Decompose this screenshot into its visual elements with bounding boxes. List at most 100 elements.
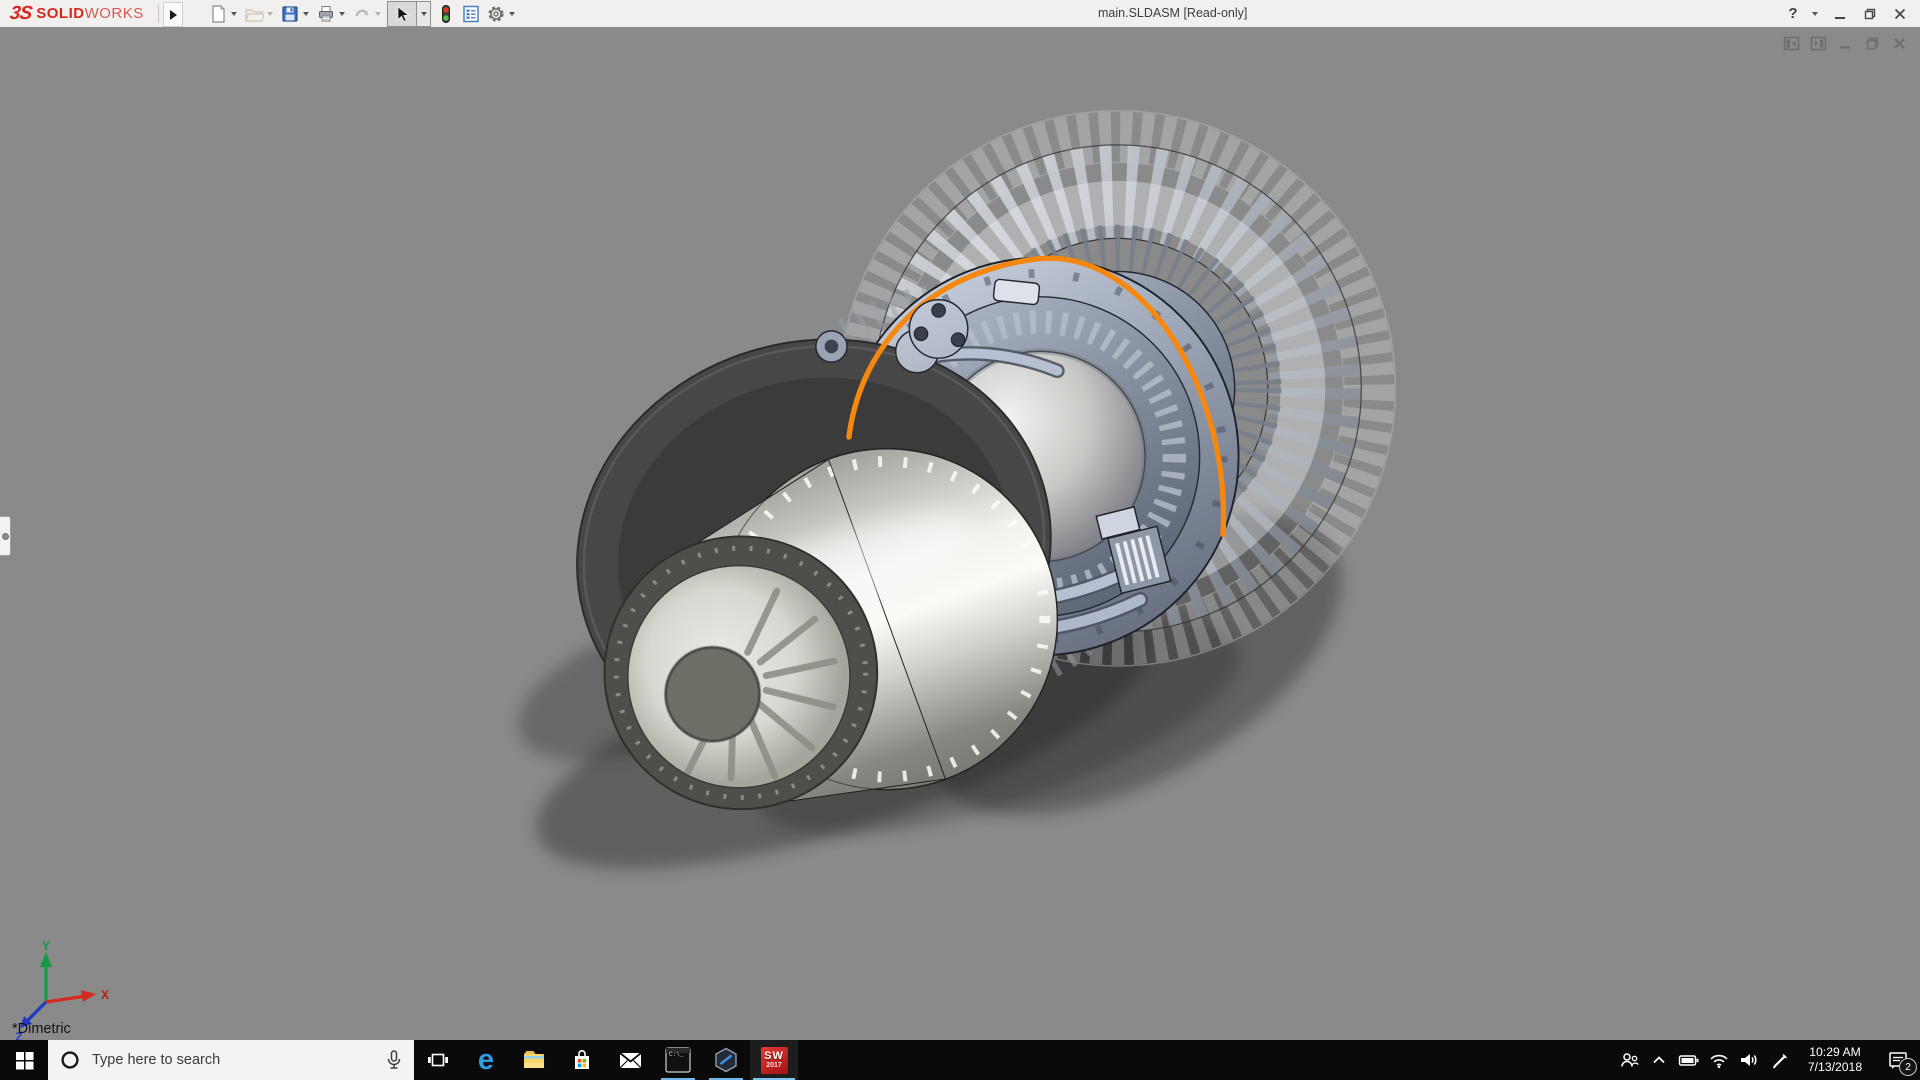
file-explorer-icon: [521, 1047, 547, 1073]
save-button[interactable]: [277, 2, 302, 26]
pen-icon: [1769, 1050, 1789, 1070]
doc-minimize-icon: [1838, 36, 1853, 51]
options-button[interactable]: [483, 2, 508, 26]
save-icon: [280, 4, 300, 24]
show-hidden-icons-button[interactable]: [1644, 1040, 1674, 1080]
select-cursor-icon: [393, 5, 411, 23]
select-tool-group: [387, 1, 431, 27]
pane-tab-dot-icon: [2, 533, 9, 540]
close-icon: [1893, 7, 1907, 21]
document-window-controls: [1782, 34, 1908, 52]
save-dropdown-caret[interactable]: [303, 12, 309, 16]
taskbar-app-file-explorer[interactable]: [510, 1040, 558, 1080]
open-icon: [244, 4, 264, 24]
close-button[interactable]: [1888, 3, 1912, 25]
network-status-button[interactable]: [1704, 1040, 1734, 1080]
taskbar-search-box[interactable]: [48, 1040, 414, 1080]
pane-right-toggle-button[interactable]: [1809, 34, 1827, 52]
taskbar-app-hexagon-3d[interactable]: [702, 1040, 750, 1080]
print-dropdown-caret[interactable]: [339, 12, 345, 16]
cortana-icon: [60, 1050, 80, 1070]
undo-icon: [352, 4, 372, 24]
system-tray: 10:29 AM 7/13/2018 2: [1614, 1040, 1920, 1080]
file-properties-button[interactable]: [458, 2, 483, 26]
pen-settings-button[interactable]: [1764, 1040, 1794, 1080]
pane-right-toggle-icon: [1810, 35, 1827, 52]
doc-restore-icon: [1865, 36, 1880, 51]
nozzle-mouth[interactable]: [604, 536, 877, 809]
select-tool-dropdown[interactable]: [417, 1, 431, 27]
collapsed-pane-tab[interactable]: [0, 516, 11, 556]
ds-logo-mark: 3S: [8, 3, 32, 25]
y-axis-arrow: [40, 952, 52, 967]
options-dropdown-caret[interactable]: [509, 12, 515, 16]
task-view-button[interactable]: [414, 1040, 462, 1080]
x-axis-label: X: [101, 988, 109, 1002]
microphone-icon[interactable]: [384, 1049, 404, 1071]
volume-button[interactable]: [1734, 1040, 1764, 1080]
new-document-icon: [208, 4, 228, 24]
taskbar-app-solidworks[interactable]: SW 2017: [750, 1040, 798, 1080]
minimize-button[interactable]: [1828, 3, 1852, 25]
pane-left-toggle-icon: [1783, 35, 1800, 52]
engine-assembly-model[interactable]: [0, 27, 1920, 1040]
battery-status-button[interactable]: [1674, 1040, 1704, 1080]
tray-clock[interactable]: 10:29 AM 7/13/2018: [1794, 1045, 1876, 1075]
chevron-up-icon: [1651, 1052, 1667, 1068]
solidworks-2017-icon: SW 2017: [761, 1047, 788, 1074]
doc-close-button[interactable]: [1890, 34, 1908, 52]
graphics-viewport[interactable]: Y X Z *Dimetric: [0, 27, 1920, 1040]
start-button[interactable]: [0, 1040, 48, 1080]
menu-flyout-button[interactable]: [163, 2, 183, 27]
desktop-screen: 3S SOLID WORKS: [0, 0, 1920, 1080]
window-title: main.SLDASM [Read-only]: [1098, 0, 1247, 27]
windows-taskbar: e: [0, 1040, 1920, 1080]
print-icon: [316, 4, 336, 24]
minimize-icon: [1833, 7, 1847, 21]
solidworks-logo: 3S SOLID WORKS: [10, 0, 144, 27]
select-caret-icon: [421, 12, 427, 16]
doc-close-icon: [1892, 36, 1907, 51]
tray-time: 10:29 AM: [1796, 1045, 1874, 1060]
undo-button[interactable]: [349, 2, 374, 26]
volume-icon: [1739, 1051, 1759, 1069]
action-center-button[interactable]: 2: [1876, 1040, 1920, 1080]
task-view-icon: [427, 1049, 449, 1071]
open-button[interactable]: [241, 2, 266, 26]
microsoft-store-icon: [570, 1048, 594, 1072]
open-dropdown-caret[interactable]: [267, 12, 273, 16]
taskbar-app-command-prompt[interactable]: C:\_: [654, 1040, 702, 1080]
battery-icon: [1678, 1052, 1700, 1068]
toolbar-separator: [158, 4, 159, 23]
pane-left-toggle-button[interactable]: [1782, 34, 1800, 52]
help-button[interactable]: ?: [1781, 3, 1805, 25]
taskbar-app-store[interactable]: [558, 1040, 606, 1080]
help-dropdown-caret[interactable]: [1812, 12, 1818, 16]
doc-minimize-button[interactable]: [1836, 34, 1854, 52]
command-prompt-icon: C:\_: [665, 1047, 691, 1073]
quick-access-toolbar: [205, 1, 519, 26]
notification-badge: 2: [1899, 1058, 1917, 1076]
taskbar-app-edge[interactable]: e: [462, 1040, 510, 1080]
hexagon-app-icon: [713, 1047, 739, 1073]
taskbar-app-mail[interactable]: [606, 1040, 654, 1080]
window-controls: ?: [1781, 0, 1912, 27]
new-document-button[interactable]: [205, 2, 230, 26]
search-input[interactable]: [90, 1051, 384, 1069]
flyout-arrow-icon: [170, 10, 177, 20]
titlebar: 3S SOLID WORKS: [0, 0, 1920, 28]
restore-button[interactable]: [1858, 3, 1882, 25]
view-orientation-label: *Dimetric: [12, 1021, 71, 1037]
undo-dropdown-caret[interactable]: [375, 12, 381, 16]
people-button[interactable]: [1614, 1040, 1644, 1080]
rebuild-button[interactable]: [433, 2, 458, 26]
print-button[interactable]: [313, 2, 338, 26]
y-axis-label: Y: [42, 940, 50, 953]
rebuild-traffic-light-icon: [436, 4, 456, 24]
select-tool-button[interactable]: [387, 1, 417, 27]
new-dropdown-caret[interactable]: [231, 12, 237, 16]
mail-icon: [618, 1048, 643, 1073]
windows-logo-icon: [14, 1050, 35, 1071]
restore-icon: [1863, 7, 1877, 21]
doc-restore-button[interactable]: [1863, 34, 1881, 52]
